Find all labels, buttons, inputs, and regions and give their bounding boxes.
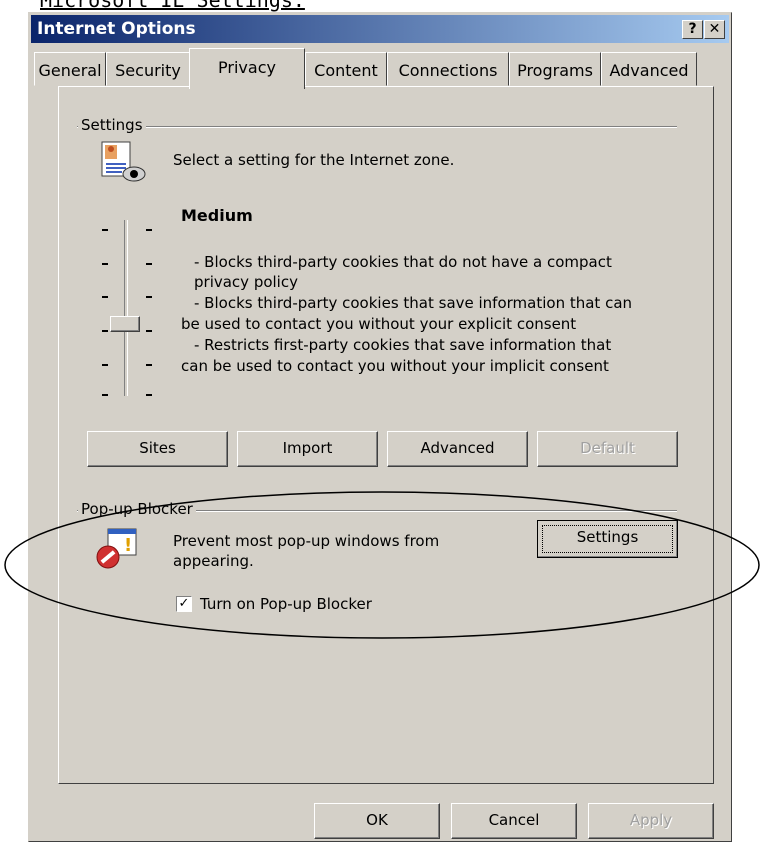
slider-tick <box>102 394 108 396</box>
advanced-button[interactable]: Advanced <box>387 431 528 467</box>
import-button[interactable]: Import <box>237 431 378 467</box>
tab-programs[interactable]: Programs <box>509 52 601 86</box>
default-button[interactable]: Default <box>537 431 678 467</box>
zone-description: Select a setting for the Internet zone. <box>173 151 455 169</box>
privacy-level-slider-track[interactable] <box>124 220 128 396</box>
privacy-level-slider-thumb[interactable] <box>110 316 140 332</box>
tab-connections[interactable]: Connections <box>387 52 509 86</box>
window-title: Internet Options <box>37 19 196 39</box>
sites-button[interactable]: Sites <box>87 431 228 467</box>
privacy-document-eye-icon <box>100 140 146 184</box>
tab-privacy[interactable]: Privacy <box>189 48 305 89</box>
privacy-bullet-line: - Blocks third-party cookies that save i… <box>194 294 633 312</box>
slider-tick <box>146 330 152 332</box>
popup-description-line-2: appearing. <box>173 552 254 570</box>
apply-button[interactable]: Apply <box>588 803 714 839</box>
privacy-bullet-line: - Blocks third-party cookies that do not… <box>194 253 612 271</box>
popup-blocked-icon: ! <box>94 527 140 571</box>
help-button[interactable]: ? <box>682 20 703 39</box>
slider-tick <box>102 364 108 366</box>
popup-description-line-1: Prevent most pop-up windows from <box>173 532 440 550</box>
settings-group-line <box>77 126 677 128</box>
slider-tick <box>146 263 152 265</box>
privacy-bullet-line: be used to contact you without your expl… <box>181 315 577 333</box>
title-bar[interactable]: Internet Options ? ✕ <box>31 15 729 43</box>
tab-security[interactable]: Security <box>106 52 190 86</box>
popup-blocker-checkbox-label: Turn on Pop-up Blocker <box>200 595 372 613</box>
slider-tick <box>146 229 152 231</box>
slider-tick <box>146 364 152 366</box>
settings-group-label: Settings <box>78 116 146 134</box>
tab-general[interactable]: General <box>34 52 106 86</box>
slider-tick <box>102 263 108 265</box>
privacy-bullet-line: privacy policy <box>194 273 298 291</box>
ok-button[interactable]: OK <box>314 803 440 839</box>
close-button[interactable]: ✕ <box>704 20 725 39</box>
slider-tick <box>102 229 108 231</box>
popup-group-label: Pop-up Blocker <box>78 500 196 518</box>
slider-tick <box>102 330 108 332</box>
slider-tick <box>102 296 108 298</box>
tab-advanced[interactable]: Advanced <box>601 52 697 86</box>
focus-rectangle <box>542 525 673 553</box>
cancel-button[interactable]: Cancel <box>451 803 577 839</box>
popup-blocker-checkbox[interactable]: ✓ <box>176 596 192 612</box>
svg-text:!: ! <box>124 535 132 556</box>
slider-tick <box>146 296 152 298</box>
tab-content[interactable]: Content <box>305 52 387 86</box>
popup-settings-button[interactable]: Settings <box>537 520 678 558</box>
slider-tick <box>146 394 152 396</box>
privacy-bullet-line: - Restricts first-party cookies that sav… <box>194 336 612 354</box>
privacy-bullet-line: can be used to contact you without your … <box>181 357 609 375</box>
privacy-level-name: Medium <box>181 206 253 225</box>
